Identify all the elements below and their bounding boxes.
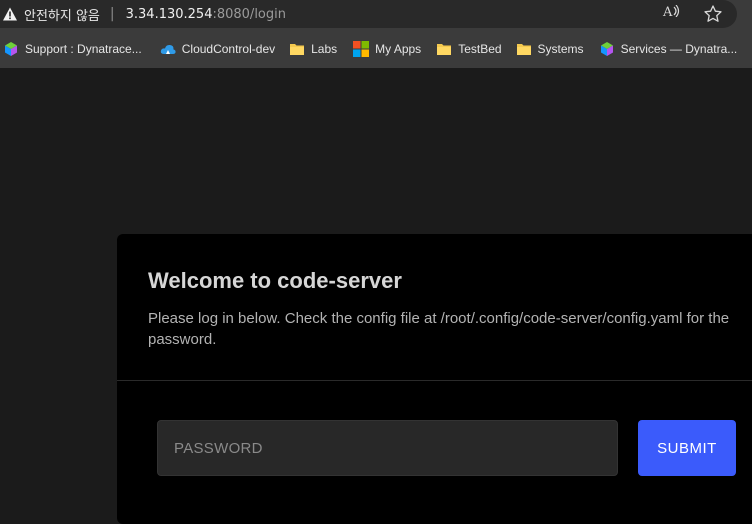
page-content: Welcome to code-server Please log in bel… — [0, 68, 752, 524]
login-title: Welcome to code-server — [148, 268, 402, 293]
folder-icon — [516, 44, 531, 55]
bookmark-label: Systems — [537, 42, 584, 56]
dynatrace-icon — [5, 42, 17, 56]
read-aloud-glyph: A — [663, 5, 673, 20]
address-bar[interactable]: 안전하지 않음 | 3.34.130.254:8080/login — [0, 0, 737, 28]
login-description: Please log in below. Check the config fi… — [148, 310, 730, 348]
folder-icon — [290, 44, 305, 55]
url-path[interactable]: :8080/login — [212, 7, 286, 22]
security-status-text[interactable]: 안전하지 않음 — [24, 5, 100, 24]
submit-button[interactable]: SUBMIT — [638, 420, 736, 476]
bookmark-my-apps[interactable]: My Apps — [349, 37, 425, 61]
warning-icon[interactable] — [2, 6, 18, 22]
favorite-star-icon[interactable] — [703, 4, 723, 24]
read-aloud-icon[interactable]: A — [663, 4, 683, 23]
bookmark-testbed[interactable]: TestBed — [432, 37, 505, 61]
address-bar-container: 안전하지 않음 | 3.34.130.254:8080/login A — [0, 0, 752, 30]
bookmark-cloudcontrol-dev[interactable]: CloudControl-dev — [156, 37, 279, 61]
bookmark-label: TestBed — [458, 42, 502, 56]
url-host[interactable]: 3.34.130.254 — [126, 7, 213, 22]
dynatrace-icon — [600, 42, 613, 56]
bookmark-label: Support : Dynatrace... — [25, 42, 142, 56]
bookmarks-bar: Support : Dynatrace... CloudControl-dev … — [0, 30, 752, 68]
bookmark-label: Labs — [311, 42, 338, 56]
bookmark-label: Services — Dynatra... — [620, 42, 738, 56]
card-divider — [117, 380, 752, 381]
bookmark-labs[interactable]: Labs — [285, 37, 341, 61]
bookmark-systems[interactable]: Systems — [512, 37, 588, 61]
folder-icon — [437, 44, 452, 55]
bookmark-support-dynatrace[interactable]: Support : Dynatrace... — [0, 37, 146, 61]
login-card: Welcome to code-server Please log in bel… — [117, 234, 752, 524]
address-separator: | — [109, 6, 115, 22]
bookmark-services-dynatrace[interactable]: Services — Dynatra... — [595, 37, 742, 61]
password-input[interactable] — [157, 420, 618, 476]
microsoft-icon — [353, 41, 370, 57]
cloud-icon — [160, 44, 176, 54]
bookmark-label: CloudControl-dev — [181, 42, 276, 56]
bookmark-label: My Apps — [375, 42, 422, 56]
